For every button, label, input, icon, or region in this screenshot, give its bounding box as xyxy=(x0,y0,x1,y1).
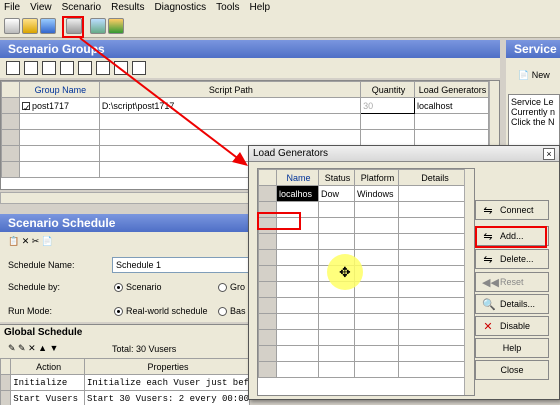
lg-scrollbar[interactable] xyxy=(464,169,474,395)
col-lg-name[interactable]: Name xyxy=(276,169,319,186)
highlight-box xyxy=(475,226,547,248)
delete-icon: ⇋ xyxy=(483,253,493,266)
disable-button[interactable]: ✕ Disable xyxy=(475,316,549,336)
help-button[interactable]: Help xyxy=(475,338,549,358)
col-lg-details[interactable]: Details xyxy=(398,169,470,186)
col-lg-platform[interactable]: Platform xyxy=(354,169,399,186)
details-button[interactable]: 🔍 Details... xyxy=(475,294,549,314)
reset-icon: ◀◀ xyxy=(482,276,499,289)
connect-button[interactable]: ⇋ Connect xyxy=(475,200,549,220)
highlight-box xyxy=(257,212,301,230)
load-generators-dialog: Load Generators × Name Status Platform D… xyxy=(248,145,560,400)
lg-platform-cell: Windows xyxy=(354,185,399,202)
close-icon[interactable]: × xyxy=(543,148,555,160)
details-icon: 🔍 xyxy=(482,298,496,311)
lg-details-cell xyxy=(398,185,470,202)
disable-icon: ✕ xyxy=(483,320,493,333)
col-lg-status[interactable]: Status xyxy=(318,169,355,186)
table-row[interactable]: localhos Dow Windows xyxy=(258,185,470,202)
connect-icon: ⇋ xyxy=(483,204,493,217)
lg-status-cell: Dow xyxy=(318,185,355,202)
reset-button[interactable]: ◀◀ Reset xyxy=(475,272,549,292)
dialog-title: Load Generators xyxy=(249,146,559,162)
close-button[interactable]: Close xyxy=(475,360,549,380)
cursor-icon: ✥ xyxy=(339,264,351,280)
lg-name-cell[interactable]: localhos xyxy=(276,185,319,202)
delete-button[interactable]: ⇋ Delete... xyxy=(475,249,549,269)
